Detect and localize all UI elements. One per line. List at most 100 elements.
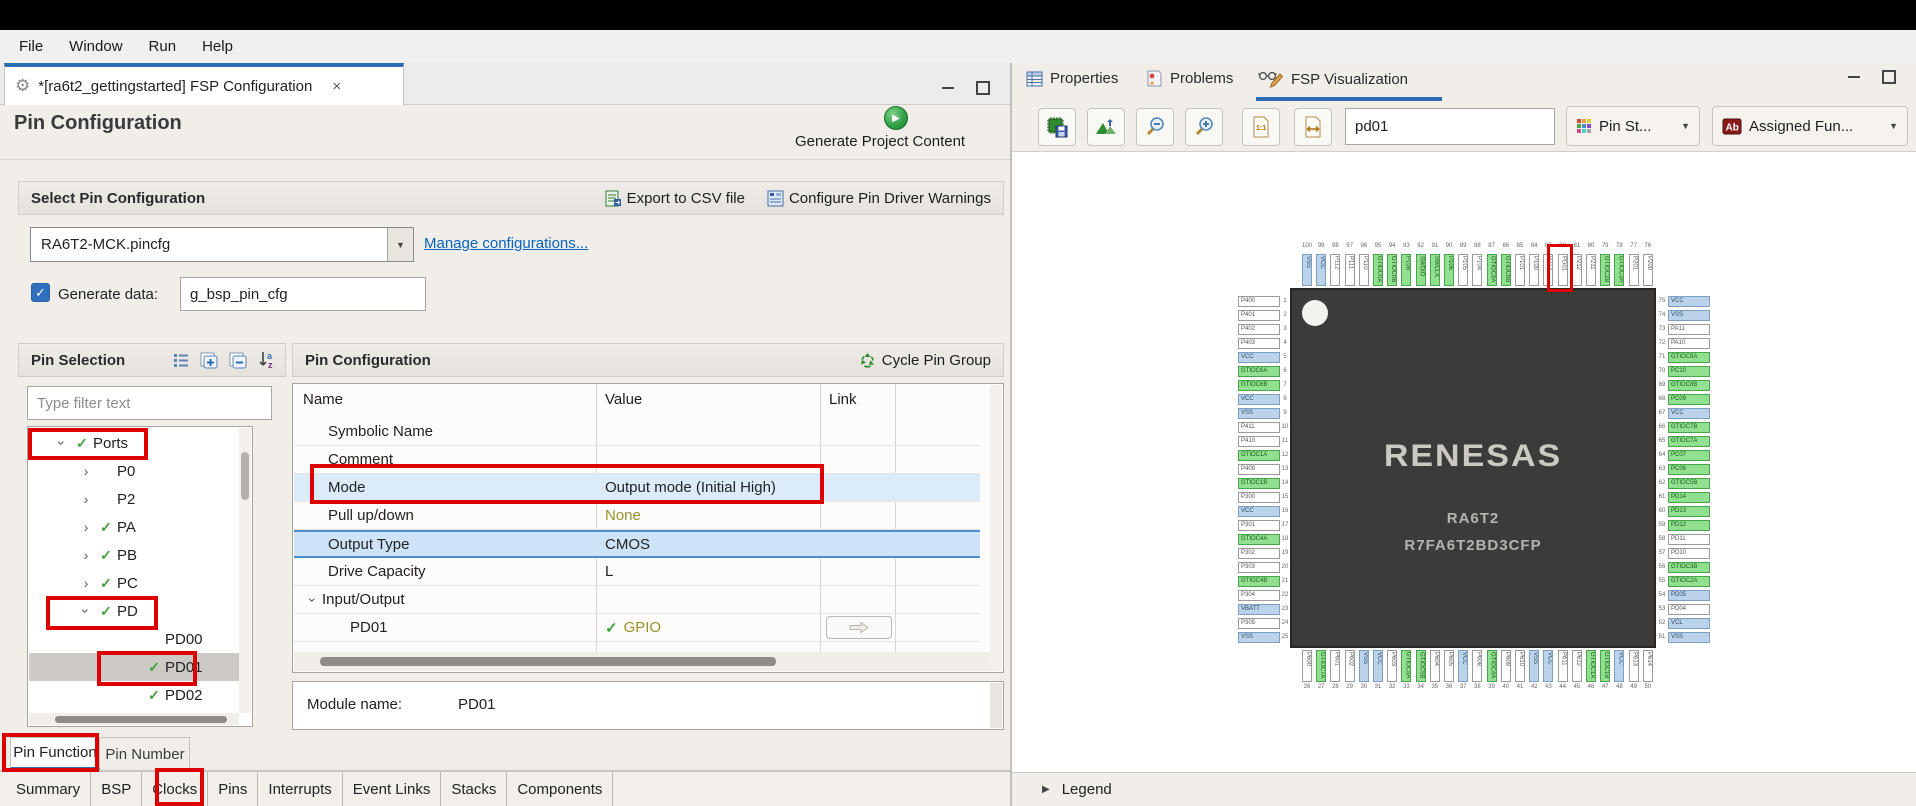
chip-pin[interactable]: P601: [1330, 650, 1340, 682]
menu-help[interactable]: Help: [189, 30, 246, 63]
chip-pin[interactable]: GTIOC5A: [1401, 650, 1411, 682]
pin-status-dropdown[interactable]: Pin St... ▼: [1566, 106, 1700, 146]
tab-pins[interactable]: Pins: [208, 772, 258, 806]
list-view-icon[interactable]: [172, 351, 190, 369]
generate-data-input[interactable]: g_bsp_pin_cfg: [180, 277, 426, 311]
tree-vertical-scrollbar[interactable]: [239, 428, 251, 713]
chip-pin[interactable]: P610: [1515, 650, 1525, 682]
tree-item-p2[interactable]: ›P2: [29, 485, 239, 513]
tree-item-p0[interactable]: ›P0: [29, 457, 239, 485]
chip-pin[interactable]: VSS: [1668, 632, 1710, 643]
tab-summary[interactable]: Summary: [6, 772, 91, 806]
chip-pin[interactable]: VBATT: [1238, 604, 1280, 615]
chip-pin[interactable]: P101: [1515, 254, 1525, 286]
chip-pin[interactable]: P304: [1238, 590, 1280, 601]
tab-problems[interactable]: Problems: [1146, 70, 1233, 87]
generate-data-checkbox[interactable]: ✓: [31, 283, 50, 302]
chip-pin[interactable]: GTIOC3A: [1614, 254, 1624, 286]
chip-pin[interactable]: P300: [1238, 492, 1280, 503]
chip-pin[interactable]: VCC: [1238, 394, 1280, 405]
manage-configurations-link[interactable]: Manage configurations...: [424, 235, 588, 252]
chip-pin[interactable]: P110: [1359, 254, 1369, 286]
chevron-right-icon[interactable]: ›: [77, 463, 95, 479]
chip-pin[interactable]: P104: [1472, 254, 1482, 286]
chip-pin[interactable]: P614: [1643, 650, 1653, 682]
zoom-out-button[interactable]: [1136, 108, 1174, 146]
chip-pin[interactable]: VCC: [1614, 650, 1624, 682]
chip-pin[interactable]: PD14: [1668, 492, 1710, 503]
table-horizontal-scrollbar[interactable]: [294, 652, 990, 671]
chip-pin[interactable]: P612: [1572, 650, 1582, 682]
tab-interrupts[interactable]: Interrupts: [258, 772, 342, 806]
chip-pin[interactable]: PD12: [1668, 520, 1710, 531]
chip-pin[interactable]: GTIOC5B: [1668, 478, 1710, 489]
chip-pin[interactable]: P410: [1238, 436, 1280, 447]
tab-bsp[interactable]: BSP: [91, 772, 142, 806]
tab-stacks[interactable]: Stacks: [441, 772, 507, 806]
tree-item-pc[interactable]: ›✓PC: [29, 569, 239, 597]
tab-components[interactable]: Components: [507, 772, 613, 806]
chip-pin[interactable]: P604: [1430, 650, 1440, 682]
chip-pin[interactable]: PC07: [1668, 450, 1710, 461]
chip-pin[interactable]: GTIOC2A: [1668, 576, 1710, 587]
chip-pin[interactable]: P401: [1238, 310, 1280, 321]
chip-pin[interactable]: GTIOC7A: [1668, 436, 1710, 447]
chip-pin[interactable]: P605: [1444, 650, 1454, 682]
chip-pin[interactable]: P111: [1345, 254, 1355, 286]
chip-pin[interactable]: GTIOC7A: [1316, 650, 1326, 682]
chip-pin[interactable]: PD11: [1668, 534, 1710, 545]
chip-pin[interactable]: VSS: [1359, 650, 1369, 682]
zoom-fit-button[interactable]: [1294, 108, 1332, 146]
chip-pin[interactable]: P301: [1238, 520, 1280, 531]
expand-all-icon[interactable]: [199, 351, 219, 369]
chevron-right-icon[interactable]: ›: [77, 547, 95, 563]
tab-properties[interactable]: Properties: [1026, 70, 1118, 87]
chip-pin[interactable]: P602: [1345, 650, 1355, 682]
chip-pin[interactable]: P603: [1387, 650, 1397, 682]
chip-pin[interactable]: VSS: [1238, 632, 1280, 643]
restore-icon[interactable]: [1882, 70, 1896, 84]
chip-pin[interactable]: P302: [1238, 548, 1280, 559]
chip-pin[interactable]: VSS: [1238, 408, 1280, 419]
assigned-function-dropdown[interactable]: Ab Assigned Fun... ▼: [1712, 106, 1908, 146]
chip-pin[interactable]: VCC: [1543, 650, 1553, 682]
restore-icon[interactable]: [976, 81, 990, 95]
table-vertical-scrollbar[interactable]: [990, 385, 1002, 671]
table-row-output-type[interactable]: Output TypeCMOS: [294, 530, 980, 558]
export-to-csv-button[interactable]: Export to CSV file: [605, 190, 745, 207]
zoom-in-button[interactable]: [1185, 108, 1223, 146]
chip-pin[interactable]: SWDIO: [1416, 254, 1426, 286]
close-icon[interactable]: ×: [332, 78, 341, 95]
chip-pin[interactable]: PD10: [1668, 548, 1710, 559]
chip-pin[interactable]: GTIOC4B: [1238, 576, 1280, 587]
chip-pin[interactable]: GTIOC0B: [1387, 254, 1397, 286]
generate-project-content-icon[interactable]: ▶: [884, 106, 908, 130]
chip-pin[interactable]: SWCLK: [1430, 254, 1440, 286]
table-row-pull-up-down[interactable]: Pull up/downNone: [294, 502, 980, 530]
minimize-icon[interactable]: [1848, 76, 1860, 78]
tab-event-links[interactable]: Event Links: [343, 772, 442, 806]
minimize-icon[interactable]: [942, 87, 954, 89]
chip-pin[interactable]: VCC: [1373, 650, 1383, 682]
chip-pin[interactable]: GTIOC7B: [1668, 422, 1710, 433]
chip-pin[interactable]: GTIOC0A: [1373, 254, 1383, 286]
chip-pin[interactable]: VCL: [1668, 618, 1710, 629]
tab-pin-number[interactable]: Pin Number: [101, 737, 190, 770]
editor-tab-fsp-configuration[interactable]: ⚙ *[ra6t2_gettingstarted] FSP Configurat…: [4, 63, 404, 105]
chip-pin[interactable]: GTIOC6A: [1238, 366, 1280, 377]
chip-pin[interactable]: VCC: [1238, 352, 1280, 363]
zoom-actual-size-button[interactable]: 1:1: [1242, 108, 1280, 146]
chip-pin[interactable]: GTIOC9B: [1501, 254, 1511, 286]
chip-pin[interactable]: PD05: [1668, 590, 1710, 601]
chip-pin[interactable]: VCC: [1458, 650, 1468, 682]
chip-pin[interactable]: GTIOC8B: [1668, 380, 1710, 391]
chip-pin[interactable]: P608: [1472, 650, 1482, 682]
chip-pin[interactable]: P402: [1238, 324, 1280, 335]
collapse-all-icon[interactable]: [228, 351, 248, 369]
chip-pin[interactable]: GTIOC1A: [1238, 450, 1280, 461]
chip-pin[interactable]: P201: [1629, 254, 1639, 286]
tree-item-pa[interactable]: ›✓PA: [29, 513, 239, 541]
chip-pin[interactable]: P303: [1238, 562, 1280, 573]
chip-pin[interactable]: GTIOC4A: [1487, 650, 1497, 682]
chip-pin[interactable]: P100: [1529, 254, 1539, 286]
